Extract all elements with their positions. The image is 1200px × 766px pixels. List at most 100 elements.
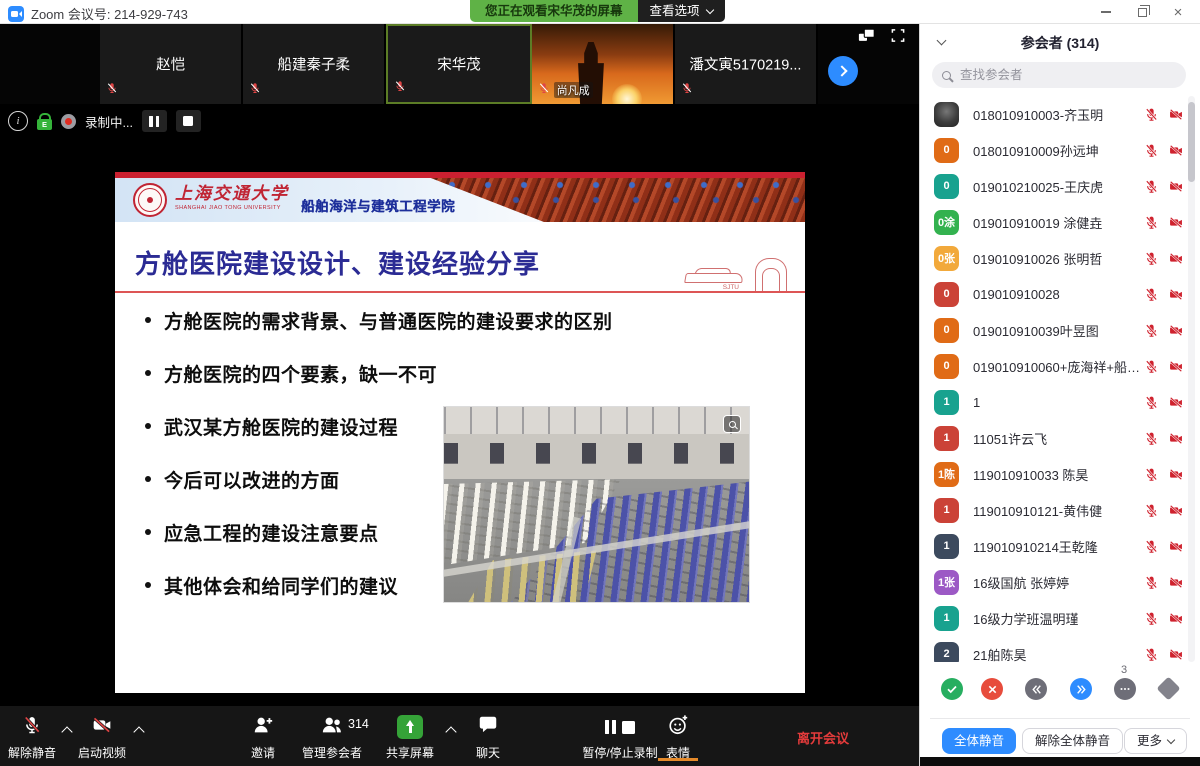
next-videos-button[interactable]: [828, 56, 858, 86]
participant-avatar: 1: [934, 606, 959, 631]
mic-muted-icon[interactable]: [1144, 107, 1159, 122]
magnifier-icon[interactable]: [723, 415, 741, 433]
mic-muted-icon[interactable]: [1144, 647, 1159, 662]
video-options-chevron[interactable]: [133, 726, 144, 737]
reactions-button[interactable]: 表情: [648, 715, 708, 761]
video-off-icon[interactable]: [1168, 107, 1184, 122]
video-off-icon[interactable]: [1168, 467, 1184, 482]
pause-recording-button[interactable]: [142, 110, 167, 132]
participant-name: 119010910214王乾隆: [973, 537, 1144, 556]
mic-muted-icon[interactable]: [1144, 539, 1159, 554]
unmute-button[interactable]: 解除静音: [2, 715, 62, 761]
chat-button[interactable]: 聊天: [458, 715, 518, 761]
video-off-icon[interactable]: [1168, 539, 1184, 554]
participant-row[interactable]: 1 119010910214王乾隆: [920, 528, 1200, 564]
video-tile[interactable]: 船建秦子柔: [243, 24, 386, 104]
mic-muted-icon[interactable]: [1144, 359, 1159, 374]
video-tile-name: 宋华茂: [388, 54, 529, 75]
video-off-icon[interactable]: [1168, 575, 1184, 590]
video-tile[interactable]: 赵恺: [100, 24, 243, 104]
invite-person-icon: [251, 714, 275, 741]
video-tile[interactable]: 潘文寅5170219...: [675, 24, 818, 104]
scrollbar-thumb[interactable]: [1188, 102, 1195, 182]
video-off-icon[interactable]: [1168, 647, 1184, 662]
participant-row[interactable]: 1 119010910121-黄伟健: [920, 492, 1200, 528]
mic-muted-icon[interactable]: [1144, 611, 1159, 626]
smiley-plus-icon: [667, 714, 690, 741]
video-off-icon[interactable]: [1168, 395, 1184, 410]
video-off-icon[interactable]: [1168, 287, 1184, 302]
mic-muted-icon[interactable]: [1144, 251, 1159, 266]
invite-button[interactable]: 邀请: [233, 715, 293, 761]
video-off-icon[interactable]: [1168, 611, 1184, 626]
mic-muted-icon[interactable]: [1144, 503, 1159, 518]
video-off-icon[interactable]: [1168, 359, 1184, 374]
participant-row[interactable]: 018010910003-齐玉明: [920, 96, 1200, 132]
participant-row[interactable]: 1 16级力学班温明瑾: [920, 600, 1200, 636]
video-off-icon[interactable]: [1168, 143, 1184, 158]
leave-meeting-button[interactable]: 离开会议: [797, 728, 849, 747]
recording-overlay: i E 录制中...: [8, 110, 201, 132]
video-off-icon[interactable]: [1168, 503, 1184, 518]
participant-row[interactable]: 0 019010210025-王庆虎: [920, 168, 1200, 204]
participant-row[interactable]: 1 11051许云飞: [920, 420, 1200, 456]
video-off-icon[interactable]: [1168, 215, 1184, 230]
more-feedback-button[interactable]: [1114, 678, 1136, 700]
bullet-dot: [145, 370, 151, 376]
info-icon[interactable]: i: [8, 111, 28, 131]
share-options-chevron[interactable]: [445, 726, 456, 737]
close-button[interactable]: ×: [1160, 0, 1196, 24]
mic-muted-icon[interactable]: [1144, 395, 1159, 410]
video-off-icon[interactable]: [1168, 251, 1184, 266]
shared-slide: 上海交通大学 SHANGHAI JIAO TONG UNIVERSITY 船舶海…: [115, 172, 805, 693]
view-options-button[interactable]: 查看选项: [638, 0, 725, 22]
zoom-window: Zoom 会议号: 214-929-743 您正在观看宋华茂的屏幕 查看选项 ×…: [0, 0, 1200, 766]
gallery-view-icon[interactable]: [858, 28, 876, 43]
search-input[interactable]: [958, 67, 1176, 83]
clear-feedback-icon[interactable]: [1156, 676, 1180, 700]
participant-row[interactable]: 1张 16级国航 张婷婷: [920, 564, 1200, 600]
participant-row[interactable]: 0 018010910009孙远坤: [920, 132, 1200, 168]
mic-muted-icon[interactable]: [1144, 467, 1159, 482]
unmute-all-button[interactable]: 解除全体静音: [1022, 728, 1123, 754]
slower-feedback-button[interactable]: [1025, 678, 1047, 700]
video-off-icon[interactable]: [1168, 179, 1184, 194]
restore-button[interactable]: [1124, 0, 1160, 24]
mic-muted-icon[interactable]: [1144, 575, 1159, 590]
participant-row[interactable]: 0 019010910028: [920, 276, 1200, 312]
no-feedback-button[interactable]: [981, 678, 1003, 700]
minimize-button[interactable]: [1088, 0, 1124, 24]
participant-name: 16级力学班温明瑾: [973, 609, 1144, 628]
stop-recording-button[interactable]: [176, 110, 201, 132]
faster-feedback-button[interactable]: [1070, 678, 1092, 700]
mic-muted-icon[interactable]: [1144, 143, 1159, 158]
participant-row[interactable]: 1 1: [920, 384, 1200, 420]
mic-muted-icon[interactable]: [1144, 431, 1159, 446]
participant-row[interactable]: 0 019010910039叶昱图: [920, 312, 1200, 348]
mic-muted-icon[interactable]: [1144, 179, 1159, 194]
mute-all-button[interactable]: 全体静音: [942, 728, 1016, 754]
yes-feedback-button[interactable]: [941, 678, 963, 700]
more-button[interactable]: 更多: [1124, 728, 1187, 754]
manage-participants-button[interactable]: 管理参会者 314: [290, 715, 374, 761]
bullet-text: 今后可以改进的方面: [164, 466, 340, 493]
participant-row[interactable]: 0涂 019010910019 涂健垚: [920, 204, 1200, 240]
video-tile[interactable]: 尚凡成: [532, 24, 675, 104]
video-off-icon[interactable]: [1168, 431, 1184, 446]
participant-row[interactable]: 1陈 119010910033 陈昊: [920, 456, 1200, 492]
start-video-button[interactable]: 启动视频: [72, 715, 132, 761]
video-tile[interactable]: 宋华茂: [386, 24, 531, 104]
bullet-text: 应急工程的建设注意要点: [164, 519, 379, 546]
participant-name: 018010910009孙远坤: [973, 141, 1144, 160]
mic-muted-icon[interactable]: [1144, 215, 1159, 230]
participant-row[interactable]: 0 019010910060+庞海祥+船建学...: [920, 348, 1200, 384]
video-off-icon[interactable]: [1168, 323, 1184, 338]
participant-row[interactable]: 0张 019010910026 张明哲: [920, 240, 1200, 276]
mic-muted-icon[interactable]: [1144, 323, 1159, 338]
zoom-app-icon: [8, 6, 24, 22]
share-screen-button[interactable]: 共享屏幕: [380, 715, 440, 761]
mic-options-chevron[interactable]: [61, 726, 72, 737]
participant-row[interactable]: 2 21舶陈昊: [920, 636, 1200, 662]
fullscreen-icon[interactable]: [889, 28, 907, 43]
mic-muted-icon[interactable]: [1144, 287, 1159, 302]
